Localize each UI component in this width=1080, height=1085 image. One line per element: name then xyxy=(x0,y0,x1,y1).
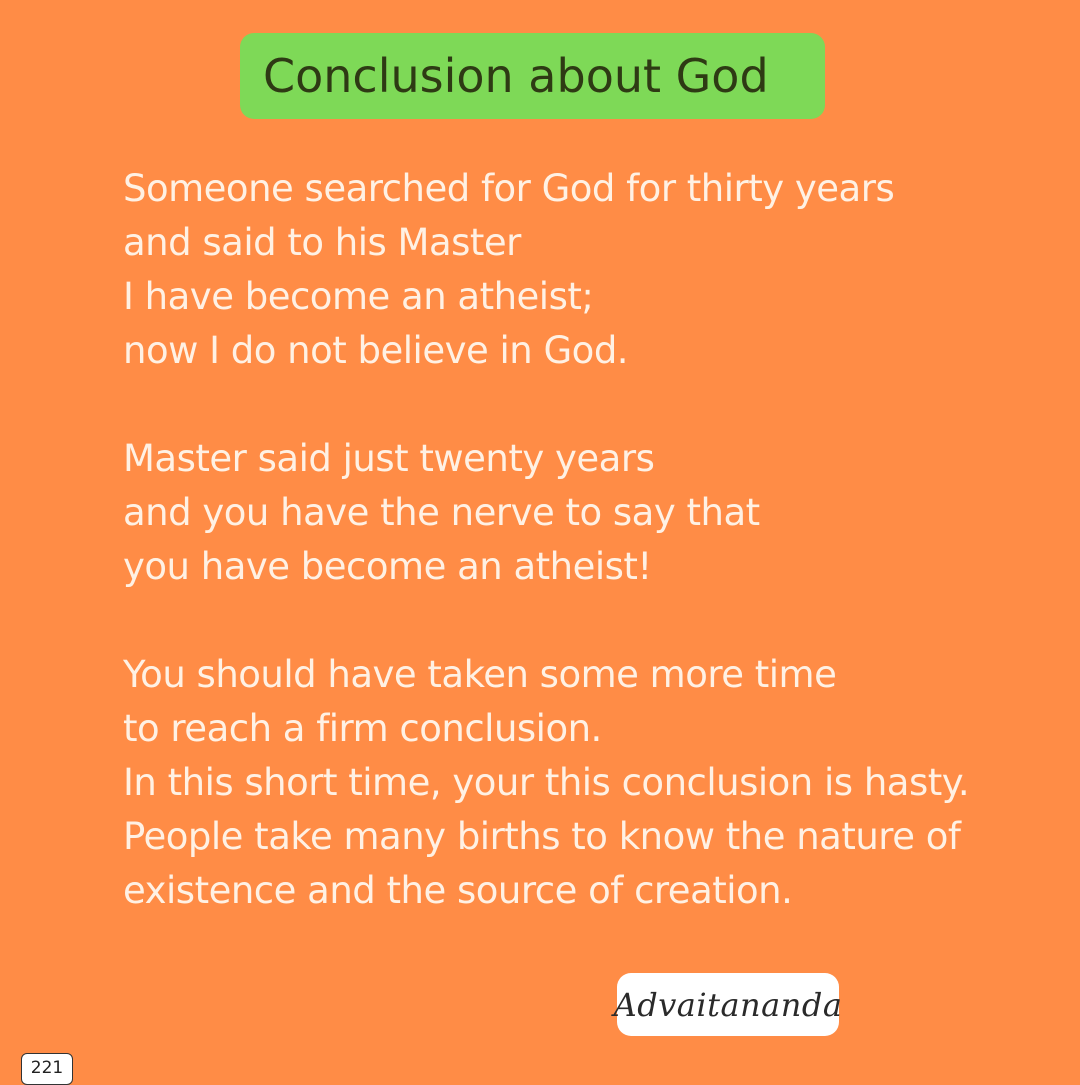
poem-line: In this short time, your this conclusion… xyxy=(123,761,970,804)
poem-line: You should have taken some more time xyxy=(123,653,837,696)
poem-body: Someone searched for God for thirty year… xyxy=(123,162,1063,972)
poem-stanza-3: You should have taken some more time to … xyxy=(123,648,1063,918)
signature-badge: Advaitananda xyxy=(614,973,842,1036)
author-signature: Advaitananda xyxy=(613,985,843,1024)
poem-stanza-2: Master said just twenty years and you ha… xyxy=(123,432,1063,594)
poem-line: now I do not believe in God. xyxy=(123,329,629,372)
poem-line: Someone searched for God for thirty year… xyxy=(123,167,895,210)
poem-line: Master said just twenty years xyxy=(123,437,655,480)
page-title: Conclusion about God xyxy=(263,49,769,103)
poem-line: existence and the source of creation. xyxy=(123,869,793,912)
poem-stanza-1: Someone searched for God for thirty year… xyxy=(123,162,1063,378)
poem-line: to reach a firm conclusion. xyxy=(123,707,602,750)
poem-line: People take many births to know the natu… xyxy=(123,815,961,858)
page-number-badge: 221 xyxy=(21,1053,73,1085)
page-number: 221 xyxy=(30,1058,64,1078)
title-banner: Conclusion about God xyxy=(240,33,825,119)
poem-line: and you have the nerve to say that xyxy=(123,491,760,534)
poem-line: I have become an atheist; xyxy=(123,275,594,318)
poem-line: you have become an atheist! xyxy=(123,545,652,588)
poem-line: and said to his Master xyxy=(123,221,521,264)
